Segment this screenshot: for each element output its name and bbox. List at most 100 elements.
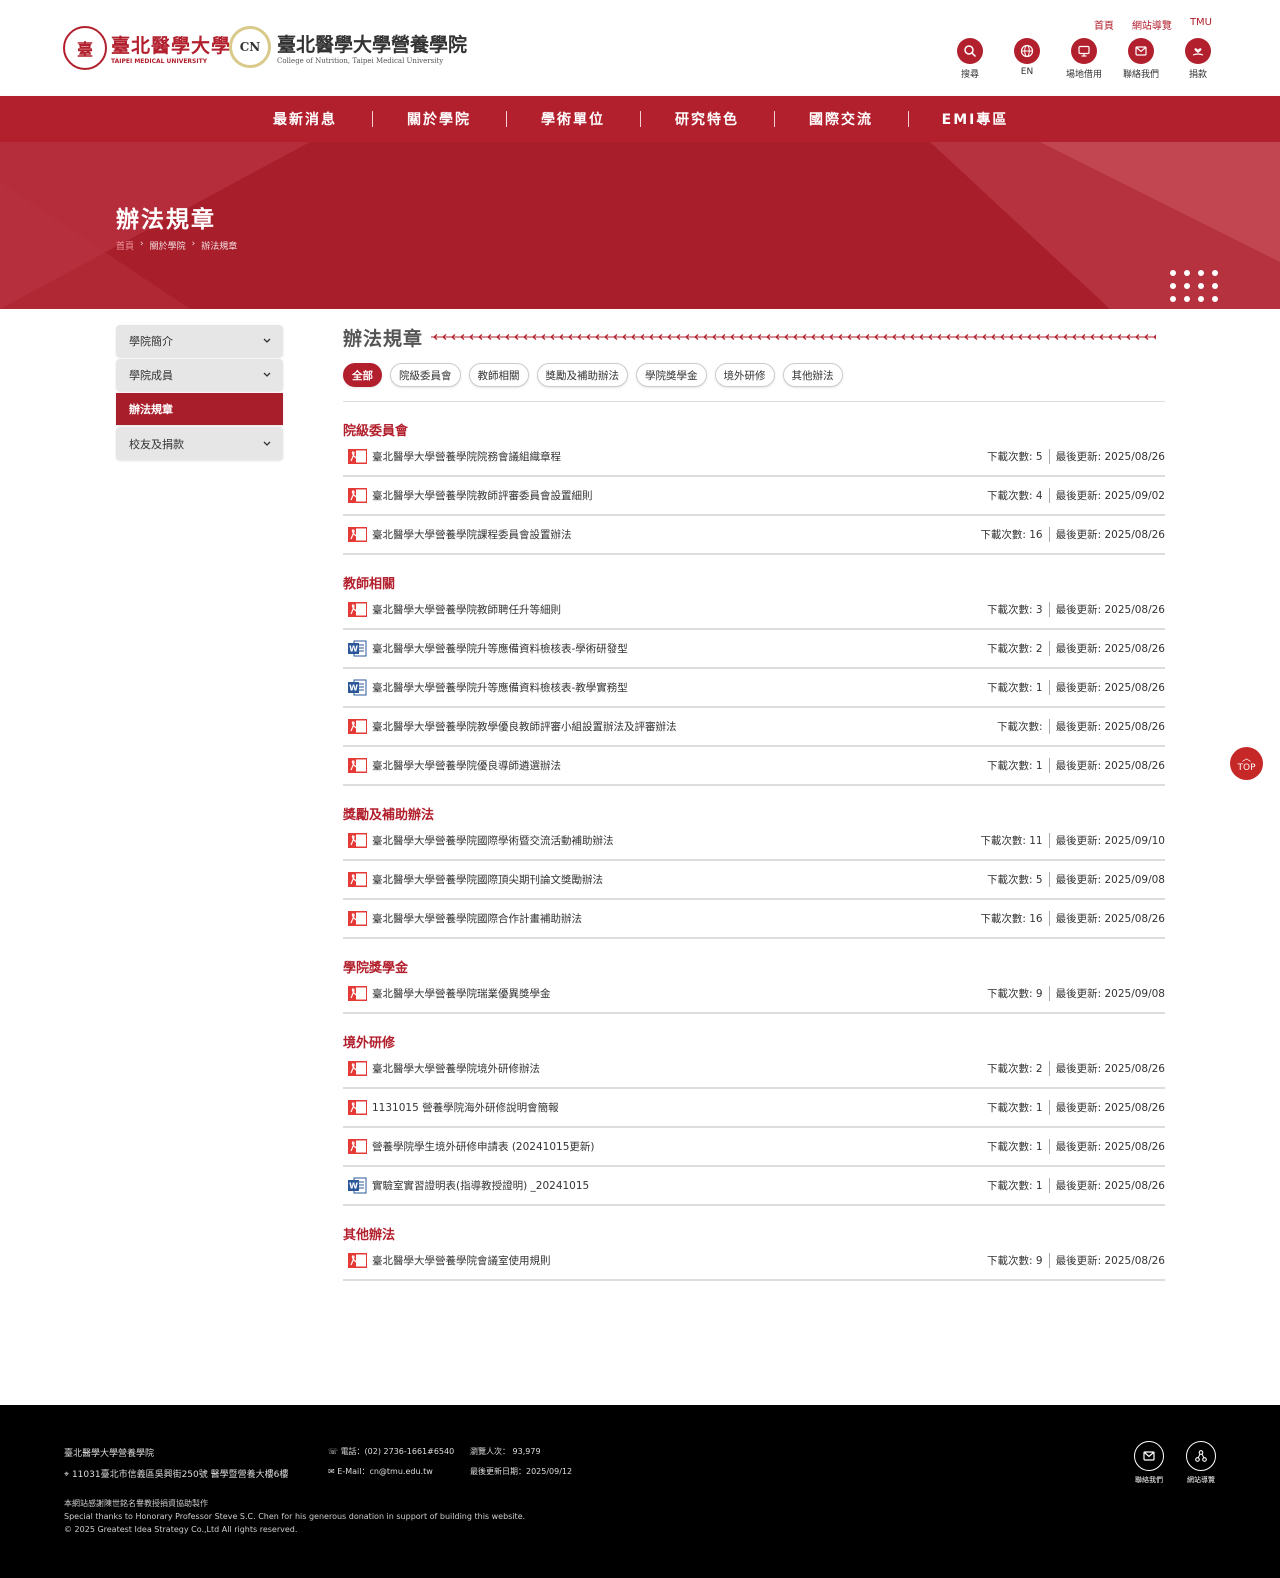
file-name-link[interactable]: 臺北醫學大學營養學院院務會議組織章程 xyxy=(372,449,987,464)
download-count: 下載次數: 1 xyxy=(987,680,1050,695)
file-row[interactable]: 臺北醫學大學營養學院國際合作計畫補助辦法 下載次數: 16 最後更新: 2025/0… xyxy=(343,900,1165,939)
filter-chip[interactable]: 教師相關 xyxy=(468,363,529,387)
footer-sitemap-button[interactable]: 網站導覽 xyxy=(1186,1441,1216,1485)
file-row[interactable]: 臺北醫學大學營養學院會議室使用規則 下載次數: 9 最後更新: 2025/08/26 xyxy=(343,1242,1165,1281)
pdf-file-icon xyxy=(348,985,367,1002)
file-name-link[interactable]: 臺北醫學大學營養學院國際學術暨交流活動補助辦法 xyxy=(372,833,980,848)
filter-chip[interactable]: 其他辦法 xyxy=(782,363,843,387)
english-label: EN xyxy=(1020,67,1034,77)
file-row[interactable]: 營養學院學生境外研修申請表 (20241015更新) 下載次數: 1 最後更新: 2… xyxy=(343,1128,1165,1167)
breadcrumb-current: 辦法規章 xyxy=(201,242,238,252)
file-name-link[interactable]: 臺北醫學大學營養學院升等應備資料檢核表-教學實務型 xyxy=(372,680,987,695)
file-row[interactable]: 臺北醫學大學營養學院教師評審委員會設置細則 下載次數: 4 最後更新: 2025/0… xyxy=(343,477,1165,516)
file-row[interactable]: W 臺北醫學大學營養學院升等應備資料檢核表-教學實務型 下載次數: 1 最後更新: 2… xyxy=(343,669,1165,708)
svg-text:W: W xyxy=(349,684,358,693)
file-name-link[interactable]: 實驗室實習證明表(指導教授證明) _20241015 xyxy=(372,1178,987,1193)
filter-chip[interactable]: 院級委員會 xyxy=(390,363,461,387)
file-row[interactable]: 臺北醫學大學營養學院國際頂尖期刊論文獎勵辦法 下載次數: 5 最後更新: 2025/… xyxy=(343,861,1165,900)
file-row[interactable]: 臺北醫學大學營養學院教學優良教師評審小組設置辦法及評審辦法 下載次數: 最後更新: … xyxy=(343,708,1165,747)
tmu-logo[interactable]: 臺 臺北醫學大學 TAIPEI MEDICAL UNIVERSITY xyxy=(63,26,231,70)
footer-sitemap-label: 網站導覽 xyxy=(1187,1476,1215,1484)
contact-button[interactable]: 聯絡我們 xyxy=(1119,38,1163,80)
file-name-link[interactable]: 臺北醫學大學營養學院國際合作計畫補助辦法 xyxy=(372,911,980,926)
sidebar-item-members[interactable]: 學院成員 xyxy=(116,359,283,391)
last-updated: 最後更新: 2025/09/08 xyxy=(1055,988,1165,1000)
breadcrumb-home[interactable]: 首頁 xyxy=(116,239,134,252)
file-meta: 下載次數: 9 最後更新: 2025/09/08 xyxy=(987,986,1165,1001)
pdf-file-icon xyxy=(348,526,367,543)
footer-email[interactable]: ✉ E-Mail：cn@tmu.edu.tw xyxy=(328,1466,433,1477)
pdf-file-icon xyxy=(348,448,367,465)
file-name-link[interactable]: 營養學院學生境外研修申請表 (20241015更新) xyxy=(372,1139,987,1154)
pdf-file-icon xyxy=(348,757,367,774)
file-row[interactable]: 臺北醫學大學營養學院院務會議組織章程 下載次數: 5 最後更新: 2025/08/2… xyxy=(343,438,1165,477)
venue-booking-button[interactable]: 場地借用 xyxy=(1062,38,1106,80)
sidebar-item-alumni-donation[interactable]: 校友及捐款 xyxy=(116,427,283,460)
sidebar-item-regulations[interactable]: 辦法規章 xyxy=(116,393,283,425)
top-link-home[interactable]: 首頁 xyxy=(1094,17,1114,32)
file-name-link[interactable]: 臺北醫學大學營養學院升等應備資料檢核表-學術研發型 xyxy=(372,641,987,656)
footer-phone: ☏ 電話：(02) 2736-1661#6540 xyxy=(328,1446,454,1457)
filter-chip[interactable]: 獎勵及補助辦法 xyxy=(536,363,628,387)
file-row[interactable]: 臺北醫學大學營養學院教師聘任升等細則 下載次數: 3 最後更新: 2025/08/2… xyxy=(343,591,1165,630)
main-nav: 最新消息 關於學院 學術單位 研究特色 國際交流 EMI專區 xyxy=(0,96,1280,142)
back-to-top-button[interactable]: ︿ TOP xyxy=(1230,747,1263,780)
file-row[interactable]: 臺北醫學大學營養學院境外研修辦法 下載次數: 2 最後更新: 2025/08/26 xyxy=(343,1050,1165,1089)
file-row[interactable]: 臺北醫學大學營養學院優良導師遴選辦法 下載次數: 1 最後更新: 2025/08/2… xyxy=(343,747,1165,786)
file-name-link[interactable]: 臺北醫學大學營養學院境外研修辦法 xyxy=(372,1061,987,1076)
college-logo[interactable]: CN 臺北醫學大學營養學院 College of Nutrition, Taip… xyxy=(229,26,467,68)
nav-research[interactable]: 研究特色 xyxy=(641,109,774,129)
file-meta: 下載次數: 1 最後更新: 2025/08/26 xyxy=(987,1100,1165,1115)
file-name-link[interactable]: 臺北醫學大學營養學院教師評審委員會設置細則 xyxy=(372,488,987,503)
footer-email-text: E-Mail：cn@tmu.edu.tw xyxy=(337,1467,433,1476)
breadcrumb-about[interactable]: 關於學院 xyxy=(150,239,186,252)
top-link-tmu[interactable]: TMU xyxy=(1190,17,1212,32)
download-count: 下載次數: 1 xyxy=(987,1100,1050,1115)
file-name-link[interactable]: 臺北醫學大學營養學院教學優良教師評審小組設置辦法及評審辦法 xyxy=(372,719,997,734)
footer-contact-button[interactable]: 聯絡我們 xyxy=(1134,1441,1164,1485)
file-name-link[interactable]: 臺北醫學大學營養學院課程委員會設置辦法 xyxy=(372,527,980,542)
section-title: 院級委員會 xyxy=(343,424,409,439)
filter-chip[interactable]: 學院獎學金 xyxy=(636,363,707,387)
nav-about[interactable]: 關於學院 xyxy=(373,109,506,129)
file-meta: 下載次數: 4 最後更新: 2025/09/02 xyxy=(987,488,1165,503)
file-row[interactable]: 臺北醫學大學營養學院課程委員會設置辦法 下載次數: 16 最後更新: 2025/08… xyxy=(343,516,1165,555)
last-updated: 最後更新: 2025/08/26 xyxy=(1055,451,1165,463)
file-name-link[interactable]: 臺北醫學大學營養學院教師聘任升等細則 xyxy=(372,602,987,617)
file-name-link[interactable]: 臺北醫學大學營養學院國際頂尖期刊論文獎勵辦法 xyxy=(372,872,987,887)
file-name-link[interactable]: 臺北醫學大學營養學院瑞業優異獎學金 xyxy=(372,986,987,1001)
decorative-arrow-line xyxy=(431,333,1157,341)
site-header: 臺 臺北醫學大學 TAIPEI MEDICAL UNIVERSITY CN 臺北… xyxy=(0,0,1280,96)
last-updated: 最後更新: 2025/08/26 xyxy=(1055,760,1165,772)
search-button[interactable]: 搜尋 xyxy=(948,38,992,80)
phone-icon: ☏ xyxy=(328,1447,339,1456)
sidebar-item-intro[interactable]: 學院簡介 xyxy=(116,325,283,357)
section-title: 獎勵及補助辦法 xyxy=(343,808,435,823)
sidebar-item-label: 校友及捐款 xyxy=(129,437,184,451)
file-name-link[interactable]: 臺北醫學大學營養學院會議室使用規則 xyxy=(372,1253,987,1268)
filter-chip[interactable]: 全部 xyxy=(343,363,382,387)
nav-academic-units[interactable]: 學術單位 xyxy=(507,109,640,129)
breadcrumb-separator: › xyxy=(191,239,196,249)
download-count: 下載次數: 9 xyxy=(987,1253,1050,1268)
filter-chip[interactable]: 境外研修 xyxy=(714,363,775,387)
top-link-sitemap[interactable]: 網站導覽 xyxy=(1132,17,1172,32)
file-row[interactable]: 臺北醫學大學營養學院國際學術暨交流活動補助辦法 下載次數: 11 最後更新: 202… xyxy=(343,822,1165,861)
file-row[interactable]: 1131015 營養學院海外研修說明會簡報 下載次數: 1 最後更新: 2025/0… xyxy=(343,1089,1165,1128)
nav-international[interactable]: 國際交流 xyxy=(775,109,908,129)
file-row[interactable]: W 實驗室實習證明表(指導教授證明) _20241015 下載次數: 1 最後更新: … xyxy=(343,1167,1165,1206)
file-meta: 下載次數: 5 最後更新: 2025/08/26 xyxy=(987,449,1165,464)
file-row[interactable]: W 臺北醫學大學營養學院升等應備資料檢核表-學術研發型 下載次數: 2 最後更新: 2… xyxy=(343,630,1165,669)
tmu-seal-icon: 臺 xyxy=(63,26,107,70)
donate-label: 捐款 xyxy=(1188,70,1207,80)
english-button[interactable]: EN xyxy=(1005,38,1049,80)
file-name-link[interactable]: 臺北醫學大學營養學院優良導師遴選辦法 xyxy=(372,758,987,773)
venue-booking-label: 場地借用 xyxy=(1065,70,1102,80)
download-count: 下載次數: 5 xyxy=(987,872,1050,887)
nav-emi[interactable]: EMI專區 xyxy=(909,109,1042,129)
donate-button[interactable]: 捐款 xyxy=(1176,38,1220,80)
file-name-link[interactable]: 1131015 營養學院海外研修說明會簡報 xyxy=(372,1100,987,1115)
nav-news[interactable]: 最新消息 xyxy=(239,109,372,129)
file-row[interactable]: 臺北醫學大學營養學院瑞業優異獎學金 下載次數: 9 最後更新: 2025/09/08 xyxy=(343,975,1165,1014)
regulation-sections: 院級委員會 臺北醫學大學營養學院院務會議組織章程 下載次數: 5 最後更新: 2025… xyxy=(343,420,1165,1281)
